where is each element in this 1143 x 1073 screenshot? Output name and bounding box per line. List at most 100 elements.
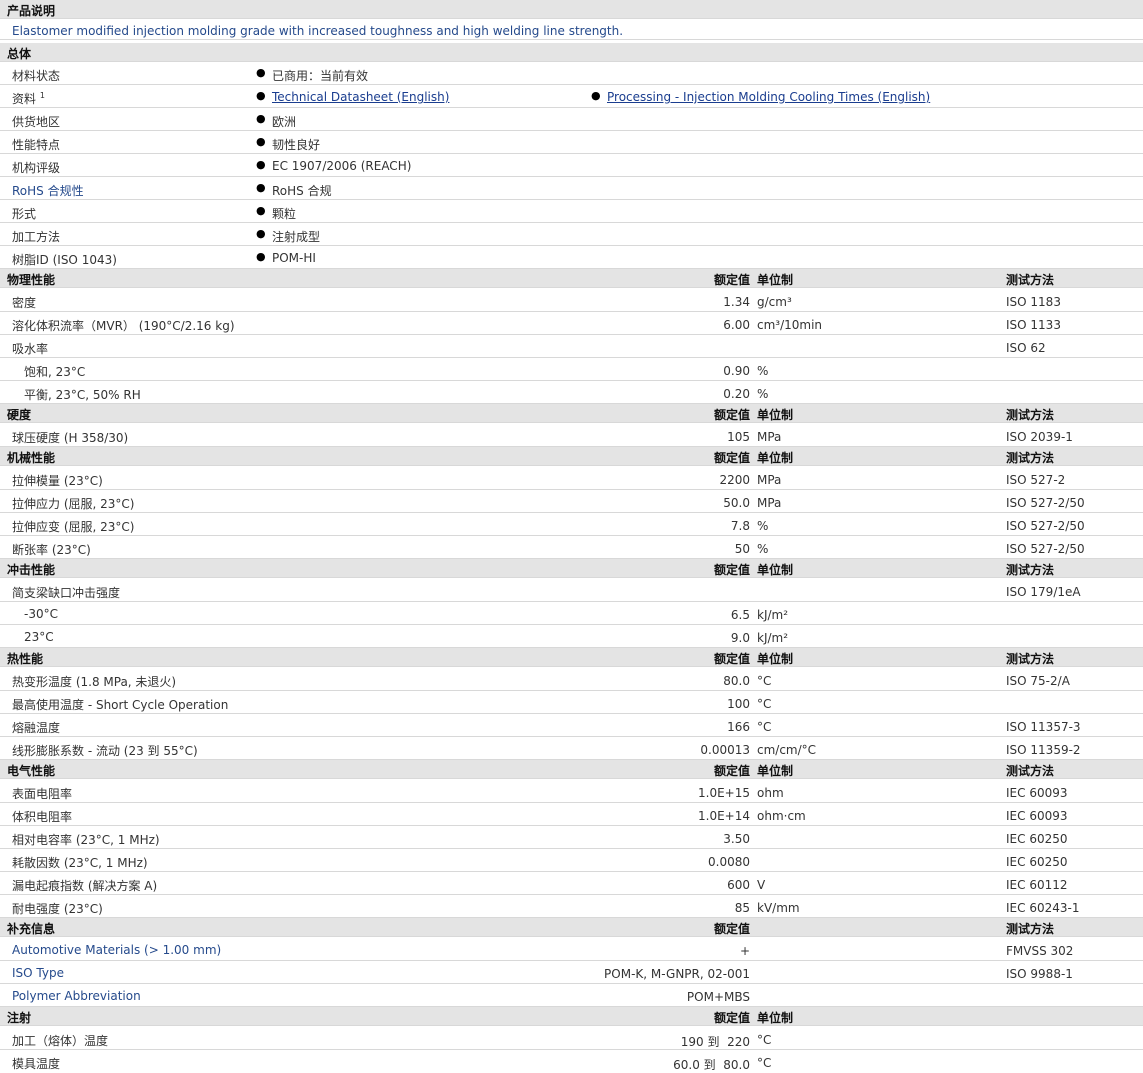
- property-label: 拉伸模量 (23°C): [12, 474, 103, 488]
- property-label: 拉伸应力 (屈服, 23°C): [12, 497, 135, 511]
- property-method: ISO 2039-1: [1006, 430, 1073, 444]
- property-row: 简支梁缺口冲击强度 ISO 179/1eA: [0, 579, 1143, 602]
- property-method: ISO 62: [1006, 341, 1046, 355]
- bullet-icon: ●: [256, 250, 266, 263]
- property-label: 吸水率: [12, 342, 49, 356]
- row-value: EC 1907/2006 (REACH): [272, 159, 412, 173]
- property-method: ISO 1183: [1006, 295, 1061, 309]
- property-unit: g/cm³: [757, 295, 792, 309]
- column-header-value: 额定值: [713, 764, 750, 778]
- general-row: 形式 ● 颗粒: [0, 200, 1143, 223]
- property-method: IEC 60112: [1006, 878, 1068, 892]
- property-value: 1.0E+15: [698, 786, 750, 800]
- section-header-product-description: 产品说明: [0, 0, 1143, 19]
- column-header-method: 测试方法: [1006, 408, 1055, 422]
- property-label: 断张率 (23°C): [12, 543, 91, 557]
- property-unit: V: [757, 878, 766, 892]
- column-header-value: 额定值: [713, 273, 750, 287]
- property-row: 吸水率 ISO 62: [0, 335, 1143, 358]
- bullet-icon: ●: [256, 89, 266, 102]
- property-row: 拉伸应变 (屈服, 23°C) 7.8 % ISO 527-2/50: [0, 513, 1143, 536]
- cooling-times-link[interactable]: Processing - Injection Molding Cooling T…: [607, 90, 930, 104]
- property-method: ISO 9988-1: [1006, 967, 1073, 981]
- property-unit: %: [757, 364, 769, 378]
- datasheet-page: 产品说明 Elastomer modified injection moldin…: [0, 0, 1143, 1072]
- bullet-icon: ●: [256, 66, 266, 79]
- property-label: 体积电阻率: [12, 810, 73, 824]
- property-value: 1.0E+14: [698, 809, 750, 823]
- property-value: 166: [727, 720, 750, 734]
- property-row: 耐电强度 (23°C) 85 kV/mm IEC 60243-1: [0, 895, 1143, 918]
- bullet-icon: ●: [256, 158, 266, 171]
- property-label: 漏电起痕指数 (解决方案 A): [12, 879, 158, 893]
- column-header-unit: 单位制: [757, 273, 794, 287]
- property-value: 3.50: [723, 832, 750, 846]
- row-value: 欧洲: [272, 115, 297, 129]
- property-row: Polymer Abbreviation POM+MBS: [0, 984, 1143, 1007]
- column-header-method: 测试方法: [1006, 652, 1055, 666]
- product-description-text: Elastomer modified injection molding gra…: [12, 24, 624, 38]
- property-value: POM-K, M-GNPR, 02-001: [604, 967, 750, 981]
- property-value: 0.20: [723, 387, 750, 401]
- section-header-impact: 冲击性能 额定值 单位制 测试方法: [0, 559, 1143, 578]
- row-label: 材料状态: [12, 69, 61, 83]
- property-label: 最高使用温度 - Short Cycle Operation: [12, 698, 229, 712]
- property-value: 0.90: [723, 364, 750, 378]
- row-label: 供货地区: [12, 115, 61, 129]
- property-value: 105: [727, 430, 750, 444]
- row-label: 机构评级: [12, 161, 61, 175]
- property-row: 线形膨胀系数 - 流动 (23 到 55°C) 0.00013 cm/cm/°C…: [0, 737, 1143, 760]
- property-method: ISO 527-2/50: [1006, 542, 1085, 556]
- property-row: 加工（熔体）温度 190 到 220 °C: [0, 1027, 1143, 1050]
- property-unit: %: [757, 387, 769, 401]
- bullet-icon: ●: [256, 227, 266, 240]
- column-header-value: 额定值: [713, 922, 750, 936]
- property-row: Automotive Materials (> 1.00 mm) + FMVSS…: [0, 938, 1143, 961]
- column-header-unit: 单位制: [757, 1011, 794, 1025]
- section-title: 冲击性能: [7, 563, 56, 577]
- property-row: 表面电阻率 1.0E+15 ohm IEC 60093: [0, 780, 1143, 803]
- property-label: -30°C: [24, 607, 58, 621]
- property-method: ISO 1133: [1006, 318, 1061, 332]
- property-value: +: [739, 944, 750, 958]
- section-header-mechanical: 机械性能 额定值 单位制 测试方法: [0, 447, 1143, 466]
- section-title: 总体: [7, 47, 32, 61]
- column-header-value: 额定值: [713, 652, 750, 666]
- property-method: IEC 60243-1: [1006, 901, 1080, 915]
- property-method: FMVSS 302: [1006, 944, 1074, 958]
- property-unit: kJ/m²: [757, 631, 789, 645]
- section-title: 物理性能: [7, 273, 56, 287]
- section-title: 补充信息: [7, 922, 56, 936]
- property-unit: °C: [757, 1033, 772, 1047]
- row-value: RoHS 合规: [272, 184, 332, 198]
- column-header-unit: 单位制: [757, 563, 794, 577]
- row-label: 树脂ID (ISO 1043): [12, 253, 117, 267]
- property-row: 漏电起痕指数 (解决方案 A) 600 V IEC 60112: [0, 872, 1143, 895]
- property-value: 50: [734, 542, 750, 556]
- section-header-general: 总体: [0, 43, 1143, 62]
- property-unit: °C: [757, 697, 772, 711]
- row-label: 性能特点: [12, 138, 61, 152]
- property-value: 9.0: [730, 631, 750, 645]
- bullet-icon: ●: [256, 181, 266, 194]
- general-row: 资料 1 ● Technical Datasheet (English) ● P…: [0, 85, 1143, 108]
- property-label: 熔融温度: [12, 721, 61, 735]
- column-header-method: 测试方法: [1006, 764, 1055, 778]
- property-value: POM+MBS: [686, 990, 750, 1004]
- property-row: 熔融温度 166 °C ISO 11357-3: [0, 714, 1143, 737]
- property-value: 80.0: [723, 674, 750, 688]
- general-row: 材料状态 ● 已商用：当前有效: [0, 62, 1143, 85]
- property-row: 23°C 9.0 kJ/m²: [0, 625, 1143, 648]
- general-row: 性能特点 ● 韧性良好: [0, 131, 1143, 154]
- product-description-row: Elastomer modified injection molding gra…: [0, 20, 1143, 40]
- property-row: 拉伸模量 (23°C) 2200 MPa ISO 527-2: [0, 467, 1143, 490]
- property-method: ISO 11357-3: [1006, 720, 1081, 734]
- property-unit: °C: [757, 674, 772, 688]
- property-row: 体积电阻率 1.0E+14 ohm·cm IEC 60093: [0, 803, 1143, 826]
- column-header-method: 测试方法: [1006, 563, 1055, 577]
- property-value: 6.00: [723, 318, 750, 332]
- property-value: 1.34: [723, 295, 750, 309]
- property-unit: %: [757, 519, 769, 533]
- section-title: 热性能: [7, 652, 44, 666]
- technical-datasheet-link[interactable]: Technical Datasheet (English): [272, 90, 449, 104]
